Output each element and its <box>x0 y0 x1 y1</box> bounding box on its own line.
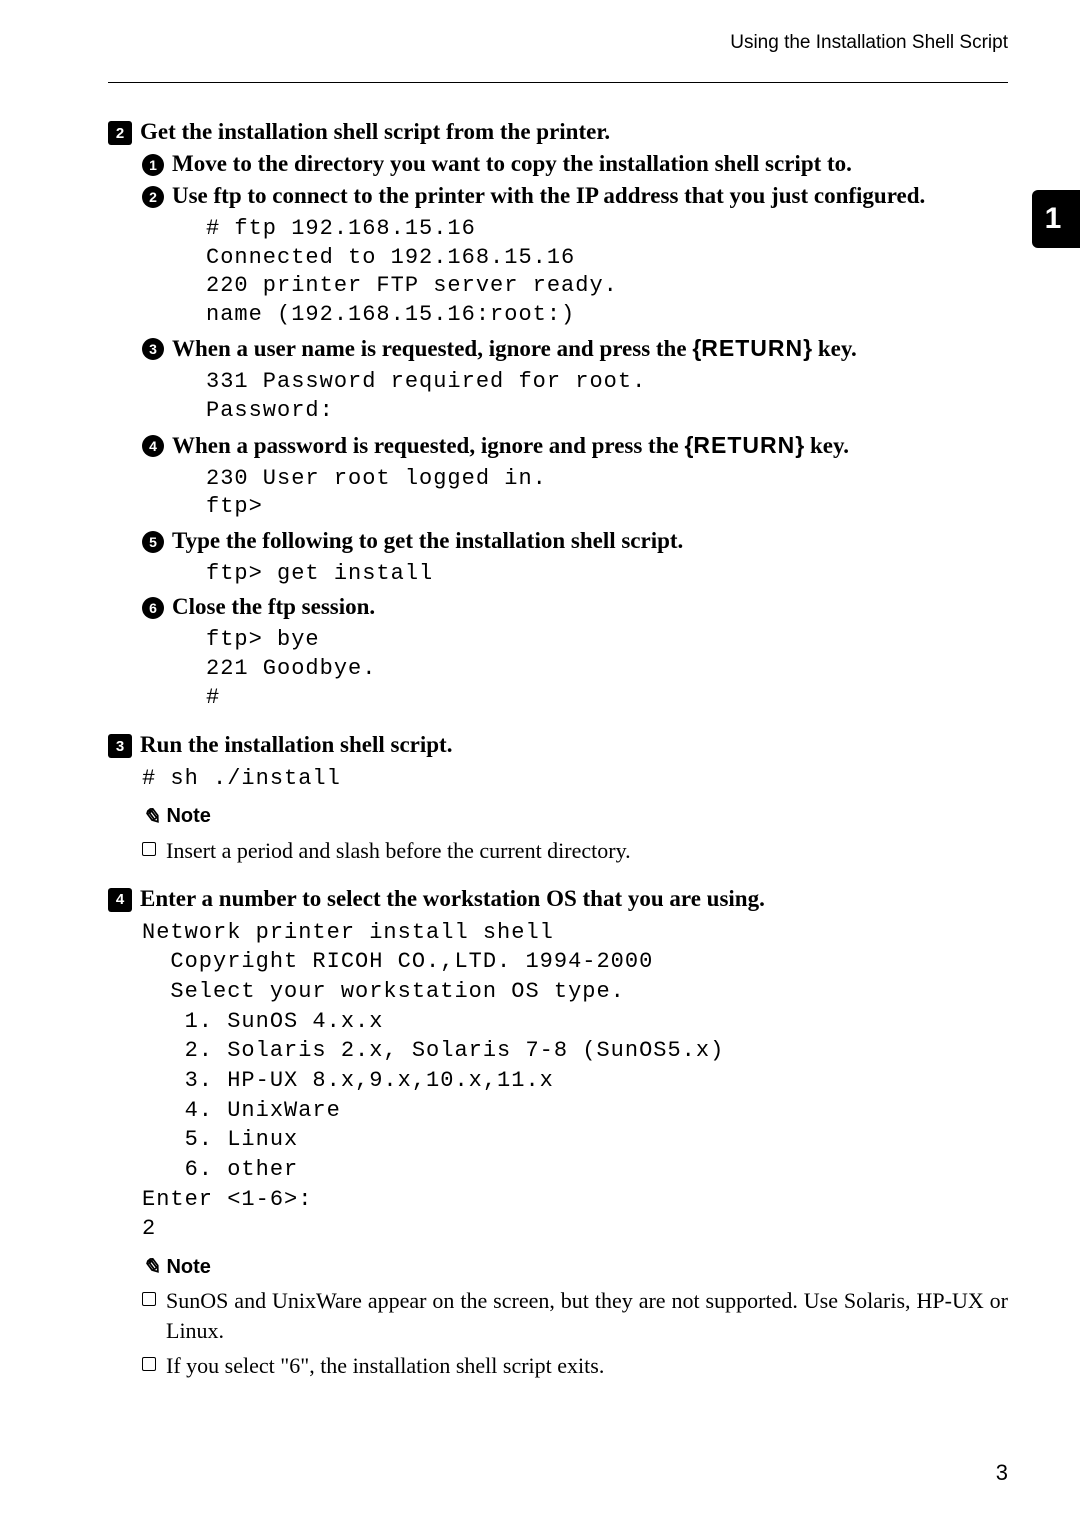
substep-badge: 5 <box>142 531 164 553</box>
note-bullet-icon <box>142 842 156 856</box>
substep-badge: 4 <box>142 435 164 457</box>
substep-2-6: 6 Close the ftp session. <box>142 594 1008 620</box>
key-close-bracket: } <box>803 335 812 361</box>
chapter-tab-number: 1 <box>1045 202 1062 236</box>
page-number: 3 <box>996 1460 1008 1486</box>
substep-2-5: 5 Type the following to get the installa… <box>142 528 1008 554</box>
header-section-title: Using the Installation Shell Script <box>730 32 1008 54</box>
step-2-substeps: 1 Move to the directory you want to copy… <box>142 151 1008 712</box>
note-label: Note <box>166 805 210 828</box>
note-heading: ✎ Note <box>142 804 1008 830</box>
note-3-1: Insert a period and slash before the cur… <box>142 836 1008 866</box>
substep-2-4-text: When a password is requested, ignore and… <box>172 432 849 459</box>
code-block-sh-install: # sh ./install <box>142 764 1008 794</box>
substep-2-6-text: Close the ftp session. <box>172 594 375 620</box>
code-block-os-select: Network printer install shell Copyright … <box>142 918 1008 1245</box>
note-bullet-icon <box>142 1357 156 1371</box>
page-content: 2 Get the installation shell script from… <box>108 119 1008 1381</box>
header-underline <box>708 82 1008 83</box>
pencil-icon: ✎ <box>142 1254 160 1280</box>
note-4-2-text: If you select "6", the installation shel… <box>166 1351 604 1381</box>
note-4-2: If you select "6", the installation shel… <box>142 1351 1008 1381</box>
step-3-text: Run the installation shell script. <box>140 732 452 758</box>
note-bullet-icon <box>142 1292 156 1306</box>
return-key-label: RETURN <box>701 335 803 361</box>
note-label: Note <box>166 1256 210 1279</box>
substep-2-3-text: When a user name is requested, ignore an… <box>172 335 857 362</box>
substep-badge: 2 <box>142 186 164 208</box>
code-block-password: 230 User root logged in. ftp> <box>206 465 1008 522</box>
code-block-username: 331 Password required for root. Password… <box>206 368 1008 425</box>
pencil-icon: ✎ <box>142 804 160 830</box>
step-4: 4 Enter a number to select the workstati… <box>108 886 1008 912</box>
substep-2-1: 1 Move to the directory you want to copy… <box>142 151 1008 177</box>
text-pre: When a password is requested, ignore and… <box>172 433 684 458</box>
substep-badge: 1 <box>142 154 164 176</box>
step-4-text: Enter a number to select the workstation… <box>140 886 765 912</box>
page-header: Using the Installation Shell Script <box>108 56 1008 82</box>
key-close-bracket: } <box>795 432 804 458</box>
substep-badge: 6 <box>142 597 164 619</box>
text-post: key. <box>812 336 857 361</box>
step-2: 2 Get the installation shell script from… <box>108 119 1008 145</box>
note-4-1-text: SunOS and UnixWare appear on the screen,… <box>166 1286 1008 1345</box>
text-post: key. <box>804 433 849 458</box>
code-block-ftp-connect: # ftp 192.168.15.16 Connected to 192.168… <box>206 215 1008 329</box>
substep-2-4: 4 When a password is requested, ignore a… <box>142 432 1008 459</box>
step-3: 3 Run the installation shell script. <box>108 732 1008 758</box>
step-number-badge: 4 <box>108 888 132 912</box>
substep-2-1-text: Move to the directory you want to copy t… <box>172 151 852 177</box>
code-block-get-install: ftp> get install <box>206 560 1008 589</box>
key-open-bracket: { <box>692 335 701 361</box>
note-4-1: SunOS and UnixWare appear on the screen,… <box>142 1286 1008 1345</box>
step-2-text: Get the installation shell script from t… <box>140 119 610 145</box>
header-rule <box>108 82 1008 83</box>
substep-2-3: 3 When a user name is requested, ignore … <box>142 335 1008 362</box>
chapter-tab: 1 <box>1032 190 1080 248</box>
code-block-bye: ftp> bye 221 Goodbye. # <box>206 626 1008 712</box>
return-key-label: RETURN <box>693 432 795 458</box>
substep-2-2: 2 Use ftp to connect to the printer with… <box>142 183 1008 209</box>
step-number-badge: 3 <box>108 734 132 758</box>
note-3-1-text: Insert a period and slash before the cur… <box>166 836 631 866</box>
substep-badge: 3 <box>142 338 164 360</box>
note-heading: ✎ Note <box>142 1254 1008 1280</box>
text-pre: When a user name is requested, ignore an… <box>172 336 692 361</box>
substep-2-2-text: Use ftp to connect to the printer with t… <box>172 183 925 209</box>
step-number-badge: 2 <box>108 121 132 145</box>
substep-2-5-text: Type the following to get the installati… <box>172 528 683 554</box>
document-page: Using the Installation Shell Script 1 2 … <box>0 0 1080 1526</box>
